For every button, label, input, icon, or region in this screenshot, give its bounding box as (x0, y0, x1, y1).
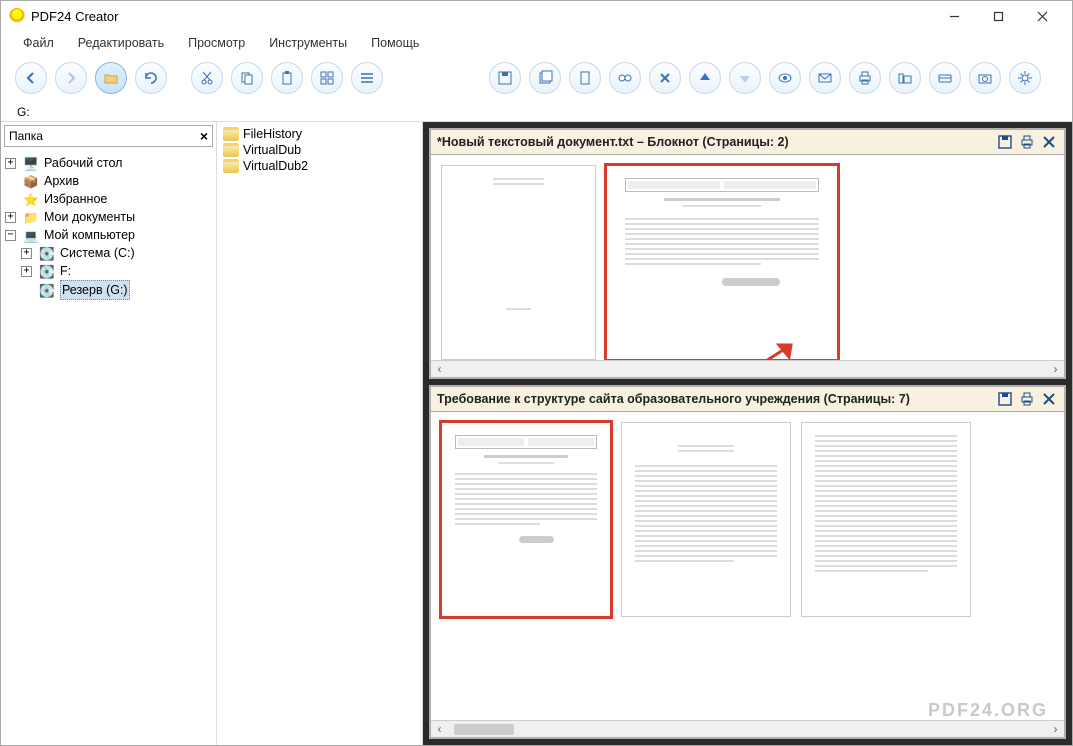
file-item[interactable]: VirtualDub2 (223, 158, 416, 174)
file-item[interactable]: VirtualDub (223, 142, 416, 158)
capture-button[interactable] (969, 62, 1001, 94)
desktop-icon: 🖥️ (23, 155, 39, 171)
paste-button[interactable] (271, 62, 303, 94)
move-up-button[interactable] (689, 62, 721, 94)
tree-item[interactable]: 📦Архив (3, 172, 214, 190)
app-title: PDF24 Creator (31, 9, 932, 24)
back-button[interactable] (15, 62, 47, 94)
scroll-left-icon[interactable]: ‹ (431, 721, 448, 738)
save-button[interactable] (489, 62, 521, 94)
settings-button[interactable] (1009, 62, 1041, 94)
drive-icon: 💽 (39, 245, 55, 261)
folder-icon (223, 159, 239, 173)
horizontal-scrollbar[interactable]: ‹› (431, 360, 1064, 377)
folder-icon (223, 127, 239, 141)
refresh-button[interactable] (135, 62, 167, 94)
tree-item[interactable]: ⭐Избранное (3, 190, 214, 208)
watermark: PDF24.ORG (928, 700, 1048, 721)
app-icon (9, 8, 25, 24)
tree-item[interactable]: +💽Система (C:) (3, 244, 214, 262)
menu-view[interactable]: Просмотр (176, 32, 257, 54)
document-header[interactable]: *Новый текстовый документ.txt – Блокнот … (431, 130, 1064, 155)
document-panel: Требование к структуре сайта образовател… (429, 385, 1066, 739)
preview-button[interactable] (769, 62, 801, 94)
doc-close-icon[interactable] (1040, 133, 1058, 151)
horizontal-scrollbar[interactable]: ‹› (431, 720, 1064, 737)
tree-item[interactable]: 💽Резерв (G:) (3, 280, 214, 300)
print-button[interactable] (849, 62, 881, 94)
drive-icon: 💽 (39, 282, 55, 298)
link-button[interactable] (609, 62, 641, 94)
scroll-right-icon[interactable]: › (1047, 721, 1064, 738)
drive-icon: 💽 (39, 263, 55, 279)
maximize-button[interactable] (976, 1, 1020, 31)
folder-icon (223, 143, 239, 157)
tree-item[interactable]: −💻Мой компьютер (3, 226, 214, 244)
doc-save-icon[interactable] (996, 390, 1014, 408)
menubar: Файл Редактировать Просмотр Инструменты … (1, 31, 1072, 55)
folder-close-icon[interactable]: × (200, 128, 208, 144)
document-title: *Новый текстовый документ.txt – Блокнот … (437, 135, 992, 149)
scan-button[interactable] (929, 62, 961, 94)
scroll-left-icon[interactable]: ‹ (431, 361, 448, 378)
fax-button[interactable] (889, 62, 921, 94)
close-button[interactable] (1020, 1, 1064, 31)
file-item[interactable]: FileHistory (223, 126, 416, 142)
open-button[interactable] (95, 62, 127, 94)
minimize-button[interactable] (932, 1, 976, 31)
toolbar (1, 55, 1072, 101)
computer-icon: 💻 (23, 227, 39, 243)
doc-close-icon[interactable] (1040, 390, 1058, 408)
favorites-icon: ⭐ (23, 191, 39, 207)
folder-label: Папка (9, 129, 200, 143)
cut-button[interactable] (191, 62, 223, 94)
tree-item[interactable]: +💽F: (3, 262, 214, 280)
file-list-panel: FileHistory VirtualDub VirtualDub2 (217, 122, 423, 745)
page-thumbnail[interactable] (606, 165, 838, 360)
forward-button[interactable] (55, 62, 87, 94)
scrollbar-thumb[interactable] (454, 724, 514, 735)
folder-tree[interactable]: +🖥️Рабочий стол 📦Архив ⭐Избранное +📁Мои … (1, 150, 216, 745)
list-view-button[interactable] (351, 62, 383, 94)
document-button[interactable] (569, 62, 601, 94)
copy-button[interactable] (231, 62, 263, 94)
doc-print-icon[interactable] (1018, 390, 1036, 408)
menu-file[interactable]: Файл (11, 32, 66, 54)
tree-item[interactable]: +🖥️Рабочий стол (3, 154, 214, 172)
tree-item[interactable]: +📁Мои документы (3, 208, 214, 226)
page-thumbnail[interactable] (441, 165, 596, 360)
archive-icon: 📦 (23, 173, 39, 189)
document-title: Требование к структуре сайта образовател… (437, 392, 992, 406)
location-bar: G: (1, 101, 1072, 121)
save-all-button[interactable] (529, 62, 561, 94)
move-down-button[interactable] (729, 62, 761, 94)
document-pages[interactable] (431, 412, 1064, 720)
folder-tree-panel: Папка × +🖥️Рабочий стол 📦Архив ⭐Избранно… (1, 122, 217, 745)
page-thumbnail[interactable] (801, 422, 971, 617)
doc-save-icon[interactable] (996, 133, 1014, 151)
folder-combobox[interactable]: Папка × (4, 125, 213, 147)
delete-button[interactable] (649, 62, 681, 94)
mail-button[interactable] (809, 62, 841, 94)
page-thumbnail[interactable] (441, 422, 611, 617)
document-header[interactable]: Требование к структуре сайта образовател… (431, 387, 1064, 412)
documents-icon: 📁 (23, 209, 39, 225)
menu-edit[interactable]: Редактировать (66, 32, 176, 54)
document-pages[interactable] (431, 155, 1064, 360)
titlebar: PDF24 Creator (1, 1, 1072, 31)
document-panel: *Новый текстовый документ.txt – Блокнот … (429, 128, 1066, 379)
menu-help[interactable]: Помощь (359, 32, 431, 54)
menu-tools[interactable]: Инструменты (257, 32, 359, 54)
grid-view-button[interactable] (311, 62, 343, 94)
page-thumbnail[interactable] (621, 422, 791, 617)
document-area: *Новый текстовый документ.txt – Блокнот … (423, 122, 1072, 745)
scroll-right-icon[interactable]: › (1047, 361, 1064, 378)
doc-print-icon[interactable] (1018, 133, 1036, 151)
